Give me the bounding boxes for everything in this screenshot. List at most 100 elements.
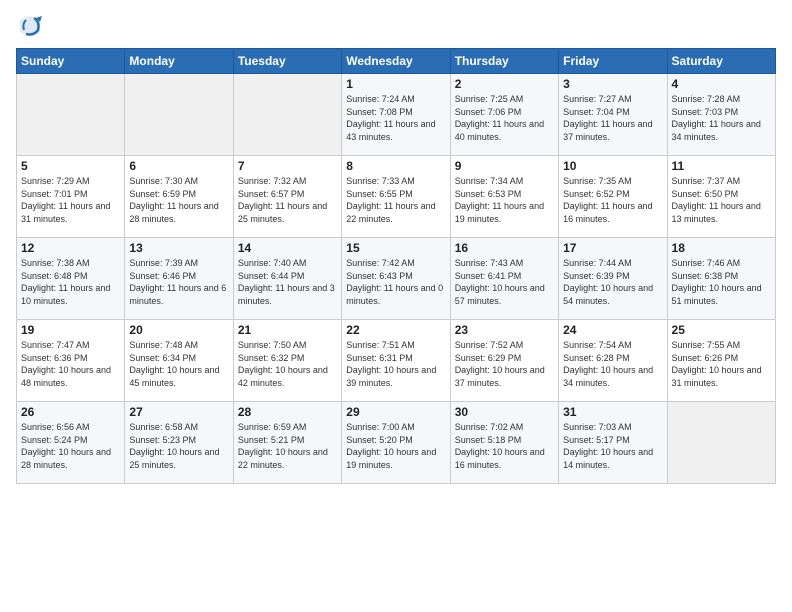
header xyxy=(16,12,776,40)
day-number: 16 xyxy=(455,241,554,255)
day-info: Sunrise: 7:33 AM Sunset: 6:55 PM Dayligh… xyxy=(346,175,445,225)
day-cell xyxy=(233,74,341,156)
day-number: 22 xyxy=(346,323,445,337)
day-cell: 26 Sunrise: 6:56 AM Sunset: 5:24 PM Dayli… xyxy=(17,402,125,484)
day-cell: 13 Sunrise: 7:39 AM Sunset: 6:46 PM Dayli… xyxy=(125,238,233,320)
day-number: 18 xyxy=(672,241,771,255)
day-number: 26 xyxy=(21,405,120,419)
day-info: Sunrise: 7:44 AM Sunset: 6:39 PM Dayligh… xyxy=(563,257,662,307)
day-info: Sunrise: 7:03 AM Sunset: 5:17 PM Dayligh… xyxy=(563,421,662,471)
day-number: 29 xyxy=(346,405,445,419)
day-cell: 29Sunrise: 7:00 AM Sunset: 5:20 PM Dayli… xyxy=(342,402,450,484)
day-info: Sunrise: 6:59 AM Sunset: 5:21 PM Dayligh… xyxy=(238,421,337,471)
day-info: Sunrise: 7:38 AM Sunset: 6:48 PM Dayligh… xyxy=(21,257,120,307)
day-cell: 16Sunrise: 7:43 AM Sunset: 6:41 PM Dayli… xyxy=(450,238,558,320)
day-info: Sunrise: 7:27 AM Sunset: 7:04 PM Dayligh… xyxy=(563,93,662,143)
day-cell: 18 Sunrise: 7:46 AM Sunset: 6:38 PM Dayli… xyxy=(667,238,775,320)
day-number: 17 xyxy=(563,241,662,255)
day-info: Sunrise: 7:47 AM Sunset: 6:36 PM Dayligh… xyxy=(21,339,120,389)
day-number: 28 xyxy=(238,405,337,419)
day-cell: 22 Sunrise: 7:51 AM Sunset: 6:31 PM Dayli… xyxy=(342,320,450,402)
day-info: Sunrise: 7:50 AM Sunset: 6:32 PM Dayligh… xyxy=(238,339,337,389)
weekday-header-wednesday: Wednesday xyxy=(342,49,450,74)
day-cell: 11 Sunrise: 7:37 AM Sunset: 6:50 PM Dayli… xyxy=(667,156,775,238)
day-number: 9 xyxy=(455,159,554,173)
day-cell xyxy=(125,74,233,156)
day-info: Sunrise: 7:37 AM Sunset: 6:50 PM Dayligh… xyxy=(672,175,771,225)
day-number: 20 xyxy=(129,323,228,337)
day-number: 5 xyxy=(21,159,120,173)
logo-icon xyxy=(16,12,44,40)
day-number: 31 xyxy=(563,405,662,419)
day-info: Sunrise: 7:52 AM Sunset: 6:29 PM Dayligh… xyxy=(455,339,554,389)
weekday-header-row: SundayMondayTuesdayWednesdayThursdayFrid… xyxy=(17,49,776,74)
day-info: Sunrise: 7:30 AM Sunset: 6:59 PM Dayligh… xyxy=(129,175,228,225)
day-number: 23 xyxy=(455,323,554,337)
day-number: 25 xyxy=(672,323,771,337)
week-row-1: 1Sunrise: 7:24 AM Sunset: 7:08 PM Daylig… xyxy=(17,74,776,156)
day-info: Sunrise: 7:28 AM Sunset: 7:03 PM Dayligh… xyxy=(672,93,771,143)
day-info: Sunrise: 7:51 AM Sunset: 6:31 PM Dayligh… xyxy=(346,339,445,389)
day-number: 4 xyxy=(672,77,771,91)
week-row-2: 5 Sunrise: 7:29 AM Sunset: 7:01 PM Daylig… xyxy=(17,156,776,238)
day-cell: 24 Sunrise: 7:54 AM Sunset: 6:28 PM Dayli… xyxy=(559,320,667,402)
day-cell: 21 Sunrise: 7:50 AM Sunset: 6:32 PM Dayli… xyxy=(233,320,341,402)
day-number: 21 xyxy=(238,323,337,337)
day-number: 2 xyxy=(455,77,554,91)
calendar-table: SundayMondayTuesdayWednesdayThursdayFrid… xyxy=(16,48,776,484)
day-number: 27 xyxy=(129,405,228,419)
day-info: Sunrise: 7:54 AM Sunset: 6:28 PM Dayligh… xyxy=(563,339,662,389)
weekday-header-tuesday: Tuesday xyxy=(233,49,341,74)
day-number: 14 xyxy=(238,241,337,255)
day-info: Sunrise: 7:35 AM Sunset: 6:52 PM Dayligh… xyxy=(563,175,662,225)
day-cell: 1Sunrise: 7:24 AM Sunset: 7:08 PM Daylig… xyxy=(342,74,450,156)
day-info: Sunrise: 7:24 AM Sunset: 7:08 PM Dayligh… xyxy=(346,93,445,143)
weekday-header-thursday: Thursday xyxy=(450,49,558,74)
day-number: 10 xyxy=(563,159,662,173)
day-cell: 8 Sunrise: 7:33 AM Sunset: 6:55 PM Daylig… xyxy=(342,156,450,238)
day-number: 7 xyxy=(238,159,337,173)
day-cell: 17 Sunrise: 7:44 AM Sunset: 6:39 PM Dayli… xyxy=(559,238,667,320)
day-cell: 7 Sunrise: 7:32 AM Sunset: 6:57 PM Daylig… xyxy=(233,156,341,238)
day-cell: 25 Sunrise: 7:55 AM Sunset: 6:26 PM Dayli… xyxy=(667,320,775,402)
day-cell: 28 Sunrise: 6:59 AM Sunset: 5:21 PM Dayli… xyxy=(233,402,341,484)
day-cell: 12Sunrise: 7:38 AM Sunset: 6:48 PM Dayli… xyxy=(17,238,125,320)
day-info: Sunrise: 7:02 AM Sunset: 5:18 PM Dayligh… xyxy=(455,421,554,471)
day-info: Sunrise: 7:48 AM Sunset: 6:34 PM Dayligh… xyxy=(129,339,228,389)
day-cell: 23 Sunrise: 7:52 AM Sunset: 6:29 PM Dayli… xyxy=(450,320,558,402)
day-cell: 31 Sunrise: 7:03 AM Sunset: 5:17 PM Dayli… xyxy=(559,402,667,484)
day-cell: 15Sunrise: 7:42 AM Sunset: 6:43 PM Dayli… xyxy=(342,238,450,320)
day-info: Sunrise: 6:56 AM Sunset: 5:24 PM Dayligh… xyxy=(21,421,120,471)
day-info: Sunrise: 7:29 AM Sunset: 7:01 PM Dayligh… xyxy=(21,175,120,225)
day-info: Sunrise: 7:34 AM Sunset: 6:53 PM Dayligh… xyxy=(455,175,554,225)
day-cell: 3 Sunrise: 7:27 AM Sunset: 7:04 PM Daylig… xyxy=(559,74,667,156)
day-number: 13 xyxy=(129,241,228,255)
day-number: 11 xyxy=(672,159,771,173)
day-number: 3 xyxy=(563,77,662,91)
week-row-3: 12Sunrise: 7:38 AM Sunset: 6:48 PM Dayli… xyxy=(17,238,776,320)
day-cell: 5 Sunrise: 7:29 AM Sunset: 7:01 PM Daylig… xyxy=(17,156,125,238)
day-number: 19 xyxy=(21,323,120,337)
day-cell: 14Sunrise: 7:40 AM Sunset: 6:44 PM Dayli… xyxy=(233,238,341,320)
day-number: 24 xyxy=(563,323,662,337)
week-row-4: 19 Sunrise: 7:47 AM Sunset: 6:36 PM Dayli… xyxy=(17,320,776,402)
day-cell xyxy=(667,402,775,484)
day-cell: 9 Sunrise: 7:34 AM Sunset: 6:53 PM Daylig… xyxy=(450,156,558,238)
day-number: 8 xyxy=(346,159,445,173)
day-info: Sunrise: 7:55 AM Sunset: 6:26 PM Dayligh… xyxy=(672,339,771,389)
weekday-header-monday: Monday xyxy=(125,49,233,74)
day-info: Sunrise: 7:25 AM Sunset: 7:06 PM Dayligh… xyxy=(455,93,554,143)
day-cell: 19 Sunrise: 7:47 AM Sunset: 6:36 PM Dayli… xyxy=(17,320,125,402)
weekday-header-friday: Friday xyxy=(559,49,667,74)
day-cell xyxy=(17,74,125,156)
day-info: Sunrise: 7:32 AM Sunset: 6:57 PM Dayligh… xyxy=(238,175,337,225)
logo xyxy=(16,12,48,40)
day-info: Sunrise: 6:58 AM Sunset: 5:23 PM Dayligh… xyxy=(129,421,228,471)
day-info: Sunrise: 7:39 AM Sunset: 6:46 PM Dayligh… xyxy=(129,257,228,307)
day-cell: 20 Sunrise: 7:48 AM Sunset: 6:34 PM Dayli… xyxy=(125,320,233,402)
day-number: 30 xyxy=(455,405,554,419)
day-info: Sunrise: 7:46 AM Sunset: 6:38 PM Dayligh… xyxy=(672,257,771,307)
calendar-container: SundayMondayTuesdayWednesdayThursdayFrid… xyxy=(0,0,792,612)
day-number: 6 xyxy=(129,159,228,173)
day-cell: 10 Sunrise: 7:35 AM Sunset: 6:52 PM Dayli… xyxy=(559,156,667,238)
